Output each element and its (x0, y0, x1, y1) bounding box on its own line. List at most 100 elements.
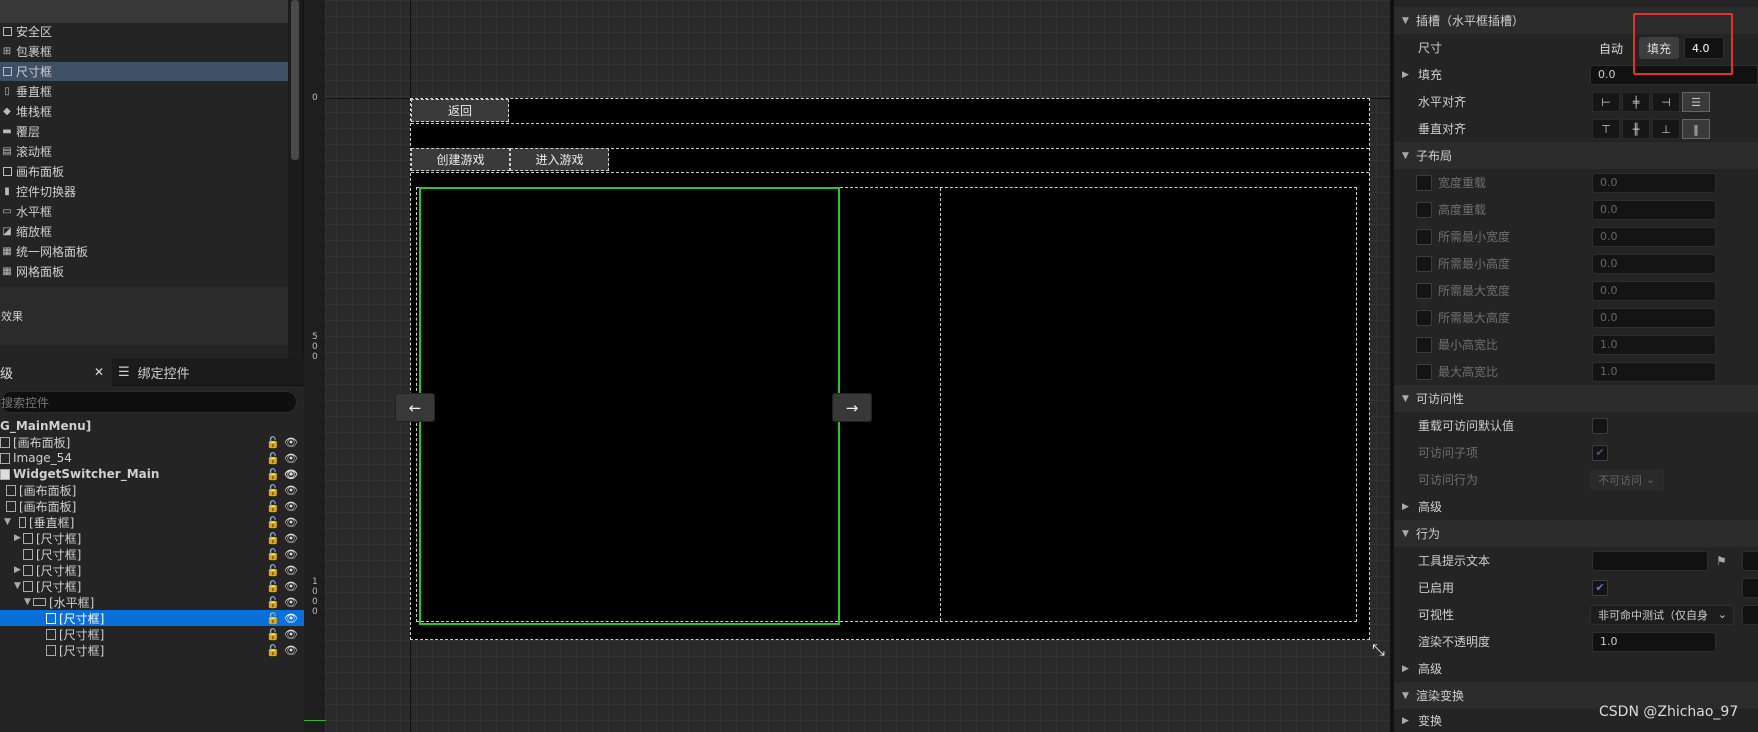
lock-icon[interactable]: 🔓 (266, 596, 280, 609)
override-checkbox[interactable] (1416, 255, 1432, 272)
eye-icon[interactable]: 👁 (284, 564, 298, 577)
align-right-icon[interactable]: ⊣ (1652, 92, 1680, 112)
palette-item-stack-box[interactable]: ◆ 堆栈框 (0, 102, 288, 121)
visibility-dropdown[interactable]: 非可命中测试（仅自身 ⌄ (1590, 604, 1734, 625)
override-checkbox[interactable] (1416, 228, 1432, 245)
tooltip-input[interactable] (1592, 550, 1708, 571)
lock-icon[interactable]: 🔓 (266, 580, 280, 593)
eye-icon[interactable]: 👁 (284, 596, 298, 609)
palette-item-uniform-grid[interactable]: ▦ 统一网格面板 (0, 242, 288, 261)
tree-row[interactable]: ▼ [垂直框] 🔓 👁 (0, 514, 304, 530)
left-arrow-button[interactable]: ← (395, 393, 435, 422)
child-layout-input[interactable]: 0.0 (1592, 199, 1716, 220)
override-checkbox[interactable] (1416, 309, 1432, 326)
tree-row[interactable]: [尺寸框] 🔓 👁 (0, 546, 304, 562)
align-fill-horizontal-icon[interactable]: ☰ (1682, 92, 1710, 112)
lock-icon[interactable]: 🔓 (266, 436, 280, 449)
tree-row[interactable]: [画布面板] 🔓 👁 (0, 434, 304, 450)
palette-scrollbar[interactable] (291, 0, 299, 160)
join-game-button[interactable]: 进入游戏 (510, 148, 609, 171)
access-behavior-dropdown[interactable]: 不可访问 ⌄ (1590, 469, 1664, 490)
lock-icon[interactable]: 🔓 (266, 468, 280, 481)
override-checkbox[interactable] (1416, 363, 1432, 380)
align-fill-vertical-icon[interactable]: ‖ (1682, 119, 1710, 139)
child-layout-header[interactable]: ▼ 子布局 (1394, 142, 1758, 169)
override-checkbox[interactable] (1416, 201, 1432, 218)
tree-row[interactable]: Image_54 🔓 👁 (0, 450, 304, 466)
palette-item-safe-zone[interactable]: 安全区 (0, 22, 288, 41)
tree-row[interactable]: ▼ [尺寸框] 🔓 👁 (0, 578, 304, 594)
eye-icon[interactable]: 👁 (284, 548, 298, 561)
tab-hierarchy[interactable]: 级 ✕ (0, 358, 112, 386)
tree-row[interactable]: [画布面板] 🔓 👁 (0, 482, 304, 498)
create-game-button[interactable]: 创建游戏 (411, 148, 510, 171)
expand-right-icon[interactable]: ▶ (1402, 70, 1409, 80)
tree-row-selected[interactable]: [尺寸框] 🔓 👁 (0, 610, 304, 626)
lock-icon[interactable]: 🔓 (266, 532, 280, 545)
expand-down-icon[interactable]: ▼ (4, 517, 13, 527)
lock-icon[interactable]: 🔓 (266, 548, 280, 561)
lock-icon[interactable]: 🔓 (266, 612, 280, 625)
search-input[interactable]: 搜索控件 (0, 391, 297, 413)
opacity-input[interactable]: 1.0 (1592, 631, 1716, 652)
flag-icon[interactable]: ⚑ (1716, 554, 1727, 568)
palette-item-overlay[interactable]: ▬ 覆层 (0, 122, 288, 141)
palette-item-wrap-box[interactable]: ⊞ 包裹框 (0, 42, 288, 61)
tree-row[interactable]: [画布面板] 🔓 👁 (0, 498, 304, 514)
tree-row[interactable]: G_MainMenu] (0, 418, 304, 434)
align-top-icon[interactable]: ⊤ (1592, 119, 1620, 139)
palette-item-horizontal-box[interactable]: ▭ 水平框 (0, 202, 288, 221)
palette-section-effects[interactable]: 效果 (0, 287, 290, 345)
palette-item-scroll-box[interactable]: ▤ 滚动框 (0, 142, 288, 161)
tab-bind-widgets[interactable]: ☰ 绑定控件 (118, 358, 298, 386)
expand-right-icon[interactable]: ▶ (14, 565, 23, 575)
palette-item-scale-box[interactable]: ◪ 缩放框 (0, 222, 288, 241)
lock-icon[interactable]: 🔓 (266, 516, 280, 529)
tree-row[interactable]: ▼ [水平框] 🔓 👁 (0, 594, 304, 610)
resize-handle-icon[interactable]: ⤡ (1372, 640, 1385, 660)
palette-item-grid-panel[interactable]: ▦ 网格面板 (0, 262, 288, 281)
override-checkbox[interactable] (1416, 174, 1432, 191)
check-icon[interactable]: ✔ (1592, 444, 1608, 461)
lock-icon[interactable]: 🔓 (266, 564, 280, 577)
child-layout-input[interactable]: 1.0 (1592, 361, 1716, 382)
eye-icon[interactable]: 👁 (284, 516, 298, 529)
behavior-header[interactable]: ▼ 行为 (1394, 520, 1758, 547)
eye-icon[interactable]: 👁 (284, 484, 298, 497)
override-access-checkbox[interactable] (1592, 417, 1608, 434)
align-bottom-icon[interactable]: ⊥ (1652, 119, 1680, 139)
tree-row[interactable]: [尺寸框] 🔓 👁 (0, 626, 304, 642)
override-checkbox[interactable] (1416, 282, 1432, 299)
child-layout-input[interactable]: 0.0 (1592, 280, 1716, 301)
right-arrow-button[interactable]: → (832, 393, 872, 422)
palette-item-widget-switcher[interactable]: ▮ 控件切换器 (0, 182, 288, 201)
eye-icon[interactable]: 👁 (284, 612, 298, 625)
align-center-icon[interactable]: ╪ (1622, 92, 1650, 112)
child-layout-input[interactable]: 0.0 (1592, 253, 1716, 274)
tree-row[interactable]: ▶ [尺寸框] 🔓 👁 (0, 562, 304, 578)
lock-icon[interactable]: 🔓 (266, 484, 280, 497)
expand-down-icon[interactable]: ▼ (24, 597, 33, 607)
eye-icon[interactable]: 👁 (284, 468, 298, 481)
eye-icon[interactable]: 👁 (284, 644, 298, 657)
palette-item-size-box[interactable]: 尺寸框 (0, 62, 288, 81)
tree-row[interactable]: [尺寸框] 🔓 👁 (0, 642, 304, 658)
align-middle-icon[interactable]: ╫ (1622, 119, 1650, 139)
lock-icon[interactable]: 🔓 (266, 500, 280, 513)
eye-icon[interactable]: 👁 (284, 628, 298, 641)
lock-icon[interactable]: 🔓 (266, 628, 280, 641)
lock-icon[interactable]: 🔓 (266, 644, 280, 657)
eye-icon[interactable]: 👁 (284, 580, 298, 593)
tree-row[interactable]: WidgetSwitcher_Main 🔓 👁 (0, 466, 304, 482)
close-icon[interactable]: ✕ (94, 365, 104, 379)
eye-icon[interactable]: 👁 (284, 532, 298, 545)
child-layout-input[interactable]: 0.0 (1592, 226, 1716, 247)
expand-down-icon[interactable]: ▼ (14, 581, 23, 591)
align-left-icon[interactable]: ⊢ (1592, 92, 1620, 112)
palette-item-canvas-panel[interactable]: 画布面板 (0, 162, 288, 181)
child-layout-input[interactable]: 0.0 (1592, 307, 1716, 328)
accessibility-header[interactable]: ▼ 可访问性 (1394, 385, 1758, 412)
back-button[interactable]: 返回 (411, 99, 509, 122)
tooltip-bind-button[interactable] (1742, 550, 1758, 571)
eye-icon[interactable]: 👁 (284, 452, 298, 465)
